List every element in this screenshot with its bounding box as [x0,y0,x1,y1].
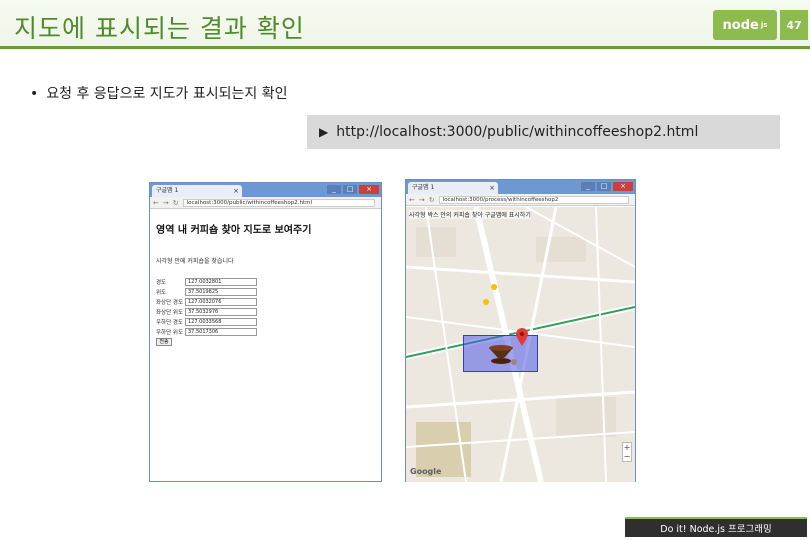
field-label: 우하단 위도 [156,329,184,336]
minimize-button[interactable]: _ [581,182,595,191]
zoom-control[interactable]: + − [622,442,632,462]
tab-label: 구글맵 1 [412,184,435,191]
bullet-text: 요청 후 응답으로 지도가 표시되는지 확인 [46,86,288,102]
browser-toolbar: ← → ↻ localhost:3000/public/withincoffee… [150,197,381,209]
field-label: 좌상단 경도 [156,299,184,306]
tab-close-icon[interactable]: × [489,182,495,194]
browser-titlebar: 구글맵 1 × _ □ × [150,183,381,197]
url-text: http://localhost:3000/public/withincoffe… [336,124,699,140]
close-button[interactable]: × [613,182,633,191]
slide-footer: Do it! Node.js 프로그래밍 [625,517,807,537]
close-button[interactable]: × [359,185,379,194]
map-header: 사각형 박스 안의 커피숍 찾아 구글맵에 표시하기 [409,210,531,219]
tab-label: 구글맵 1 [156,187,179,194]
browser-titlebar: 구글맵 1 × _ □ × [406,180,635,194]
submit-button[interactable]: 전송 [156,338,172,346]
form-row: 우하단 경도 127.0033568 [156,317,375,326]
browser-toolbar: ← → ↻ localhost:3000/process/withincoffe… [406,194,635,206]
maximize-button[interactable]: □ [343,185,357,194]
maximize-button[interactable]: □ [597,182,611,191]
logo-text: node [722,17,759,33]
minimize-button[interactable]: _ [327,185,341,194]
map-marker-icon[interactable] [515,327,529,347]
forward-icon[interactable]: → [163,199,169,207]
browser-window-map: 구글맵 1 × _ □ × ← → ↻ localhost:3000/proce… [405,179,636,482]
url-callout: ▶ http://localhost:3000/public/withincof… [307,115,780,149]
browser-window-form: 구글맵 1 × _ □ × ← → ↻ localhost:3000/publi… [149,182,382,482]
address-bar[interactable]: localhost:3000/process/withincoffeeshop2 [438,195,629,204]
form-row: 우하단 위도 37.5017306 [156,327,375,336]
field-label: 좌상단 위도 [156,309,184,316]
nodejs-logo: node js [713,10,777,40]
forward-icon[interactable]: → [419,196,425,204]
google-logo: Google [410,467,442,476]
topleft-latitude-input[interactable]: 37.5032976 [185,307,257,316]
reload-icon[interactable]: ↻ [429,196,435,204]
page-number: 47 [780,10,808,40]
browser-tab[interactable]: 구글맵 1 × [408,182,498,194]
page-message: 사각형 안에 커피숍을 찾습니다 [156,258,234,265]
address-bar[interactable]: localhost:3000/public/withincoffeeshop2.… [182,198,375,207]
bullet-mark: • [30,86,39,102]
reload-icon[interactable]: ↻ [173,199,179,207]
form-row: 좌상단 위도 37.5032976 [156,307,375,316]
browser-tab[interactable]: 구글맵 1 × [152,185,242,197]
tab-close-icon[interactable]: × [233,185,239,197]
bottomright-latitude-input[interactable]: 37.5017306 [185,327,257,336]
bullet-item: • 요청 후 응답으로 지도가 표시되는지 확인 [30,83,287,103]
back-icon[interactable]: ← [153,199,159,207]
arrow-right-icon: ▶ [319,125,329,139]
latitude-input[interactable]: 37.5019825 [185,287,257,296]
coords-form: 경도 127.0032801 위도 37.5019825 좌상단 경도 127.… [156,277,375,346]
window-controls: _ □ × [581,182,633,191]
google-map[interactable]: 사각형 박스 안의 커피숍 찾아 구글맵에 표시하기 + − Google [406,207,635,482]
page-heading: 영역 내 커피숍 찾아 지도로 보여주기 [156,225,312,236]
slide-title: 지도에 표시되는 결과 확인 [14,14,305,43]
header-divider [0,46,810,49]
zoom-in-button[interactable]: + [623,443,631,452]
field-label: 경도 [156,279,167,286]
back-icon[interactable]: ← [409,196,415,204]
page-content: 영역 내 커피숍 찾아 지도로 보여주기 사각형 안에 커피숍을 찾습니다 경도… [150,209,381,352]
logo-suffix: js [760,21,768,29]
window-controls: _ □ × [327,185,379,194]
longitude-input[interactable]: 127.0032801 [185,277,257,286]
zoom-out-button[interactable]: − [623,452,631,461]
bottomright-longitude-input[interactable]: 127.0033568 [185,317,257,326]
field-label: 우하단 경도 [156,319,184,326]
topleft-longitude-input[interactable]: 127.0032076 [185,297,257,306]
coffee-icon [489,345,513,364]
form-row: 경도 127.0032801 [156,277,375,286]
form-row: 위도 37.5019825 [156,287,375,296]
form-row: 좌상단 경도 127.0032076 [156,297,375,306]
field-label: 위도 [156,289,167,296]
